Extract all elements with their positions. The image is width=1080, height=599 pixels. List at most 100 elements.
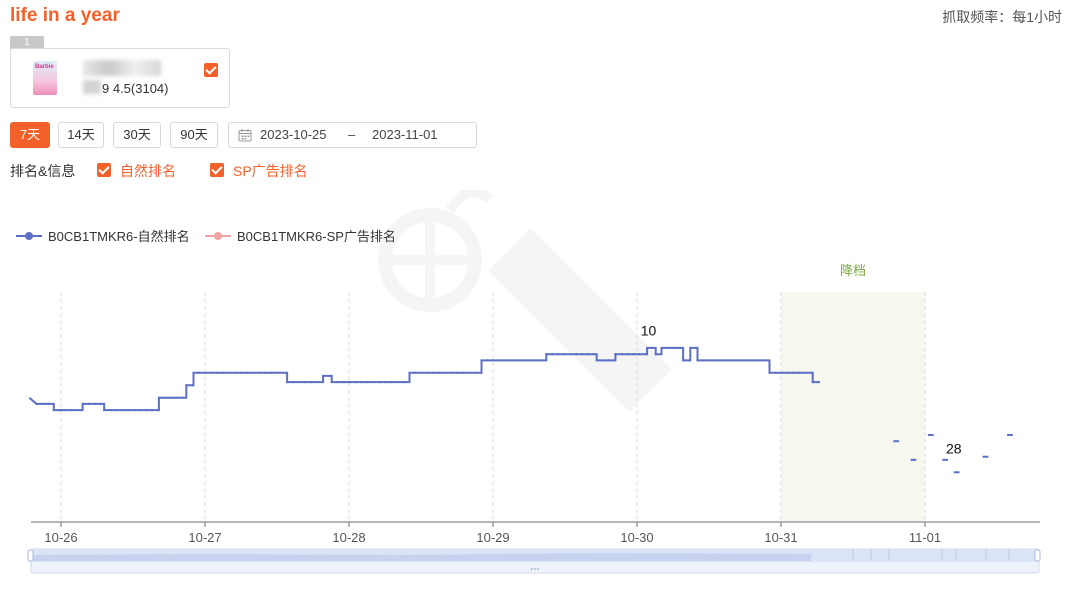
data-point[interactable]: [626, 353, 629, 356]
data-point[interactable]: [516, 359, 519, 362]
series-line-0[interactable]: [28, 346, 820, 412]
data-point[interactable]: [64, 409, 67, 412]
data-point[interactable]: [58, 409, 61, 412]
data-point[interactable]: [246, 371, 249, 374]
data-point[interactable]: [593, 353, 596, 356]
data-point[interactable]: [360, 381, 363, 384]
data-point[interactable]: [644, 353, 647, 356]
data-point[interactable]: [607, 359, 610, 362]
data-point[interactable]: [738, 359, 741, 362]
data-point[interactable]: [695, 346, 698, 350]
data-point[interactable]: [774, 371, 777, 374]
data-point[interactable]: [696, 359, 699, 362]
data-point[interactable]: [396, 381, 399, 384]
data-point[interactable]: [210, 371, 213, 374]
data-point[interactable]: [811, 381, 814, 384]
data-point[interactable]: [510, 359, 513, 362]
data-point[interactable]: [366, 381, 369, 384]
data-point[interactable]: [99, 402, 102, 405]
data-point[interactable]: [557, 353, 560, 356]
data-point[interactable]: [587, 353, 590, 356]
data-point[interactable]: [228, 371, 231, 374]
data-point[interactable]: [563, 353, 566, 356]
data-point[interactable]: [285, 381, 289, 384]
data-point[interactable]: [744, 359, 747, 362]
data-point[interactable]: [456, 371, 459, 374]
data-point[interactable]: [133, 409, 136, 412]
data-point[interactable]: [181, 396, 185, 399]
data-point[interactable]: [726, 359, 729, 362]
data-point[interactable]: [291, 381, 295, 384]
data-point[interactable]: [786, 371, 789, 374]
data-point[interactable]: [498, 359, 501, 362]
data-point[interactable]: [258, 371, 261, 374]
data-point[interactable]: [426, 371, 429, 374]
data-point[interactable]: [444, 371, 447, 374]
data-zoom-left-handle[interactable]: [27, 549, 34, 562]
data-point[interactable]: [486, 359, 489, 362]
data-point[interactable]: [601, 359, 604, 362]
data-point[interactable]: [450, 371, 453, 374]
data-point[interactable]: [569, 353, 572, 356]
data-point[interactable]: [327, 374, 331, 378]
data-point[interactable]: [52, 409, 55, 412]
data-point[interactable]: [103, 409, 106, 412]
data-point[interactable]: [191, 384, 194, 387]
data-point[interactable]: [354, 381, 357, 384]
data-point[interactable]: [70, 409, 73, 412]
data-point[interactable]: [127, 409, 130, 412]
data-zoom-grip-icon[interactable]: [531, 568, 539, 570]
data-point[interactable]: [41, 402, 44, 405]
data-point[interactable]: [192, 371, 195, 374]
data-point[interactable]: [234, 371, 237, 374]
data-point[interactable]: [632, 353, 635, 356]
data-point[interactable]: [264, 371, 267, 374]
data-point[interactable]: [595, 359, 598, 362]
data-point[interactable]: [35, 402, 38, 405]
data-point[interactable]: [768, 371, 771, 374]
data-point[interactable]: [252, 371, 255, 374]
data-zoom-right-handle[interactable]: [1034, 549, 1041, 562]
data-point[interactable]: [438, 371, 441, 374]
data-point[interactable]: [378, 381, 381, 384]
data-point[interactable]: [522, 359, 525, 362]
data-point[interactable]: [780, 371, 783, 374]
data-point[interactable]: [678, 346, 681, 350]
data-point[interactable]: [402, 381, 405, 384]
data-point[interactable]: [115, 409, 118, 412]
data-point[interactable]: [81, 402, 84, 405]
data-point[interactable]: [420, 371, 423, 374]
data-point[interactable]: [492, 359, 495, 362]
data-point[interactable]: [185, 384, 188, 387]
data-point[interactable]: [330, 381, 333, 384]
data-point[interactable]: [645, 346, 649, 350]
data-point[interactable]: [157, 409, 160, 412]
data-point[interactable]: [620, 353, 623, 356]
data-point[interactable]: [756, 359, 759, 362]
data-point[interactable]: [480, 371, 483, 374]
data-point[interactable]: [163, 396, 167, 399]
data-point[interactable]: [303, 381, 307, 384]
data-point[interactable]: [240, 371, 243, 374]
data-point[interactable]: [348, 381, 351, 384]
data-point[interactable]: [638, 353, 641, 356]
data-point[interactable]: [342, 381, 345, 384]
data-point[interactable]: [109, 409, 112, 412]
data-point[interactable]: [87, 402, 90, 405]
data-point[interactable]: [336, 381, 339, 384]
data-point[interactable]: [551, 353, 554, 356]
data-point[interactable]: [798, 371, 801, 374]
data-point[interactable]: [468, 371, 471, 374]
data-point[interactable]: [689, 346, 692, 350]
data-point[interactable]: [474, 371, 477, 374]
data-point[interactable]: [139, 409, 142, 412]
data-point[interactable]: [145, 409, 148, 412]
data-point[interactable]: [282, 371, 285, 374]
data-point[interactable]: [654, 353, 657, 356]
data-point[interactable]: [384, 381, 387, 384]
data-point[interactable]: [581, 353, 584, 356]
data-point[interactable]: [321, 374, 325, 378]
data-point[interactable]: [651, 346, 655, 350]
data-point[interactable]: [720, 359, 723, 362]
data-point[interactable]: [613, 359, 616, 362]
